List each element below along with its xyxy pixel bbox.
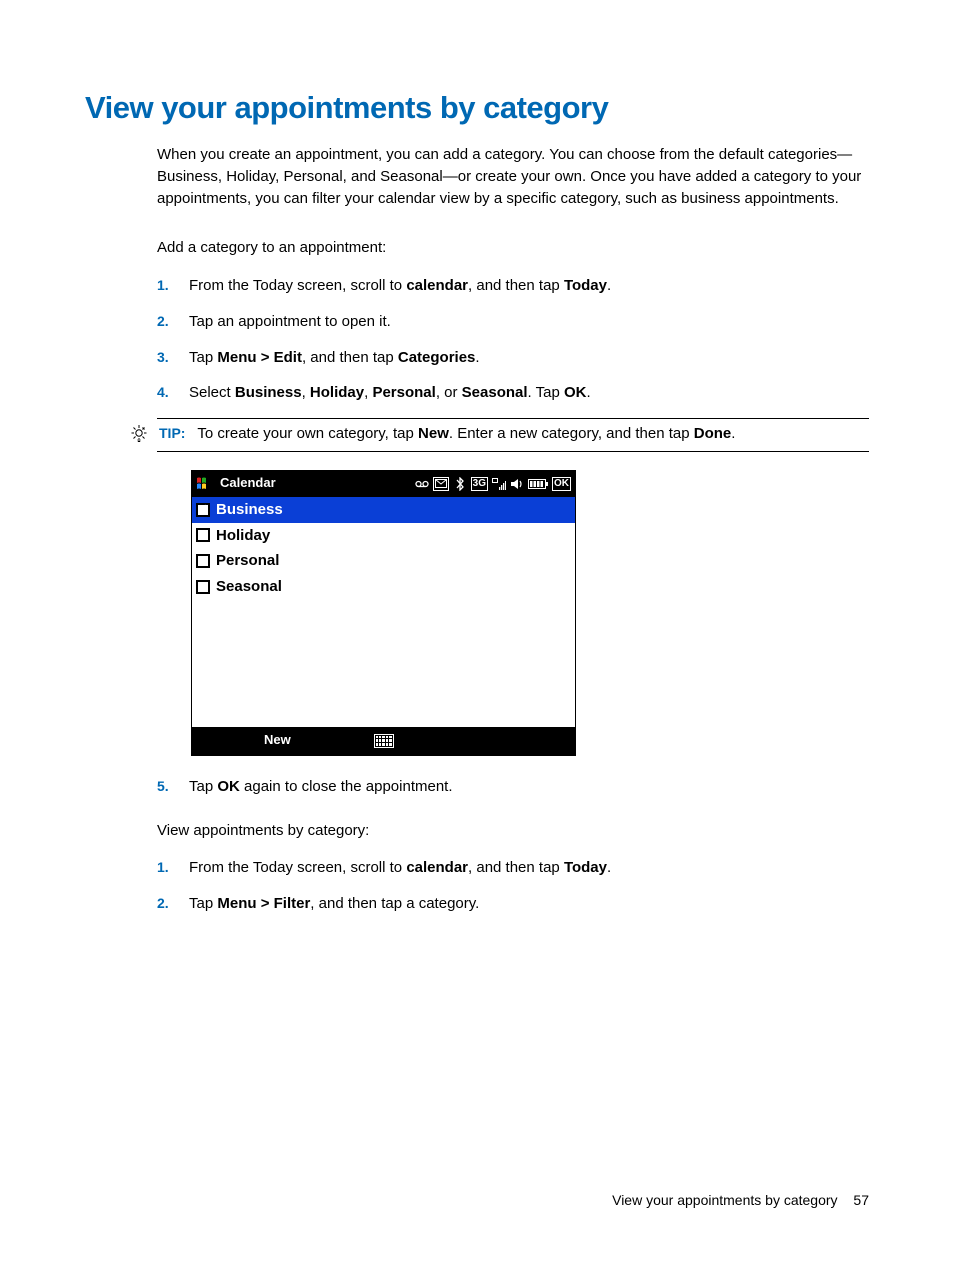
steps-list-1b: 5. Tap OK again to close the appointment… [157, 776, 869, 798]
intro-paragraph: When you create an appointment, you can … [157, 144, 869, 209]
step-marker: 1. [157, 275, 189, 295]
tip-text: TIP: To create your own category, tap Ne… [159, 423, 869, 445]
steps-list-1: 1. From the Today screen, scroll to cale… [157, 275, 869, 404]
category-row-business[interactable]: ✓ Business [192, 497, 575, 523]
step-2: 2. Tap an appointment to open it. [157, 311, 869, 333]
device-screenshot: Calendar 3G [191, 470, 576, 756]
ok-button[interactable]: OK [552, 477, 571, 491]
device-title: Calendar [220, 474, 276, 493]
category-label: Business [216, 499, 283, 521]
step-2b: 2. Tap Menu > Filter, and then tap a cat… [157, 893, 869, 915]
step-text: Tap an appointment to open it. [189, 311, 869, 333]
step-marker: 2. [157, 893, 189, 913]
device-softkeys: New [192, 727, 575, 755]
step-marker: 5. [157, 776, 189, 796]
page: View your appointments by category When … [0, 0, 954, 1270]
content-body: When you create an appointment, you can … [85, 144, 869, 915]
bluetooth-icon [453, 477, 467, 491]
step-text: Tap Menu > Filter, and then tap a catego… [189, 893, 869, 915]
steps-list-2: 1. From the Today screen, scroll to cale… [157, 857, 869, 915]
category-label: Personal [216, 550, 279, 572]
speaker-icon [510, 477, 524, 491]
step-3: 3. Tap Menu > Edit, and then tap Categor… [157, 347, 869, 369]
step-1: 1. From the Today screen, scroll to cale… [157, 275, 869, 297]
mail-icon [433, 477, 449, 491]
page-footer: View your appointments by category 57 [612, 1192, 869, 1208]
tip-label: TIP: [159, 425, 185, 441]
step-5: 5. Tap OK again to close the appointment… [157, 776, 869, 798]
footer-text: View your appointments by category [612, 1192, 837, 1208]
step-text: From the Today screen, scroll to calenda… [189, 275, 869, 297]
page-number: 57 [853, 1192, 869, 1208]
category-label: Seasonal [216, 576, 282, 598]
battery-icon [528, 477, 548, 491]
step-text: Tap Menu > Edit, and then tap Categories… [189, 347, 869, 369]
step-text: Tap OK again to close the appointment. [189, 776, 869, 798]
keyboard-icon[interactable] [374, 734, 394, 748]
page-title: View your appointments by category [85, 90, 869, 126]
category-label: Holiday [216, 525, 270, 547]
category-row-seasonal[interactable]: Seasonal [192, 574, 575, 600]
category-list: ✓ Business Holiday Personal Seasonal [192, 497, 575, 727]
lightbulb-icon [129, 423, 149, 443]
network-3g-icon: 3G [471, 477, 488, 491]
titlebar-left: Calendar [196, 474, 276, 493]
checkbox-icon[interactable] [196, 554, 210, 568]
step-text: From the Today screen, scroll to calenda… [189, 857, 869, 879]
step-1b: 1. From the Today screen, scroll to cale… [157, 857, 869, 879]
section-lead-add: Add a category to an appointment: [157, 237, 869, 259]
category-row-holiday[interactable]: Holiday [192, 523, 575, 549]
step-marker: 3. [157, 347, 189, 367]
category-row-personal[interactable]: Personal [192, 548, 575, 574]
voicemail-icon [415, 477, 429, 491]
device-titlebar: Calendar 3G [192, 471, 575, 497]
checkbox-icon[interactable]: ✓ [196, 503, 210, 517]
step-marker: 2. [157, 311, 189, 331]
checkbox-icon[interactable] [196, 528, 210, 542]
signal-icon [492, 477, 506, 491]
windows-flag-icon[interactable] [196, 477, 214, 491]
tip-callout: TIP: To create your own category, tap Ne… [157, 418, 869, 452]
new-softkey[interactable]: New [264, 731, 291, 750]
section-lead-view: View appointments by category: [157, 820, 869, 842]
step-4: 4. Select Business, Holiday, Personal, o… [157, 382, 869, 404]
step-text: Select Business, Holiday, Personal, or S… [189, 382, 869, 404]
step-marker: 4. [157, 382, 189, 402]
status-icons: 3G OK [415, 477, 571, 491]
step-marker: 1. [157, 857, 189, 877]
checkbox-icon[interactable] [196, 580, 210, 594]
